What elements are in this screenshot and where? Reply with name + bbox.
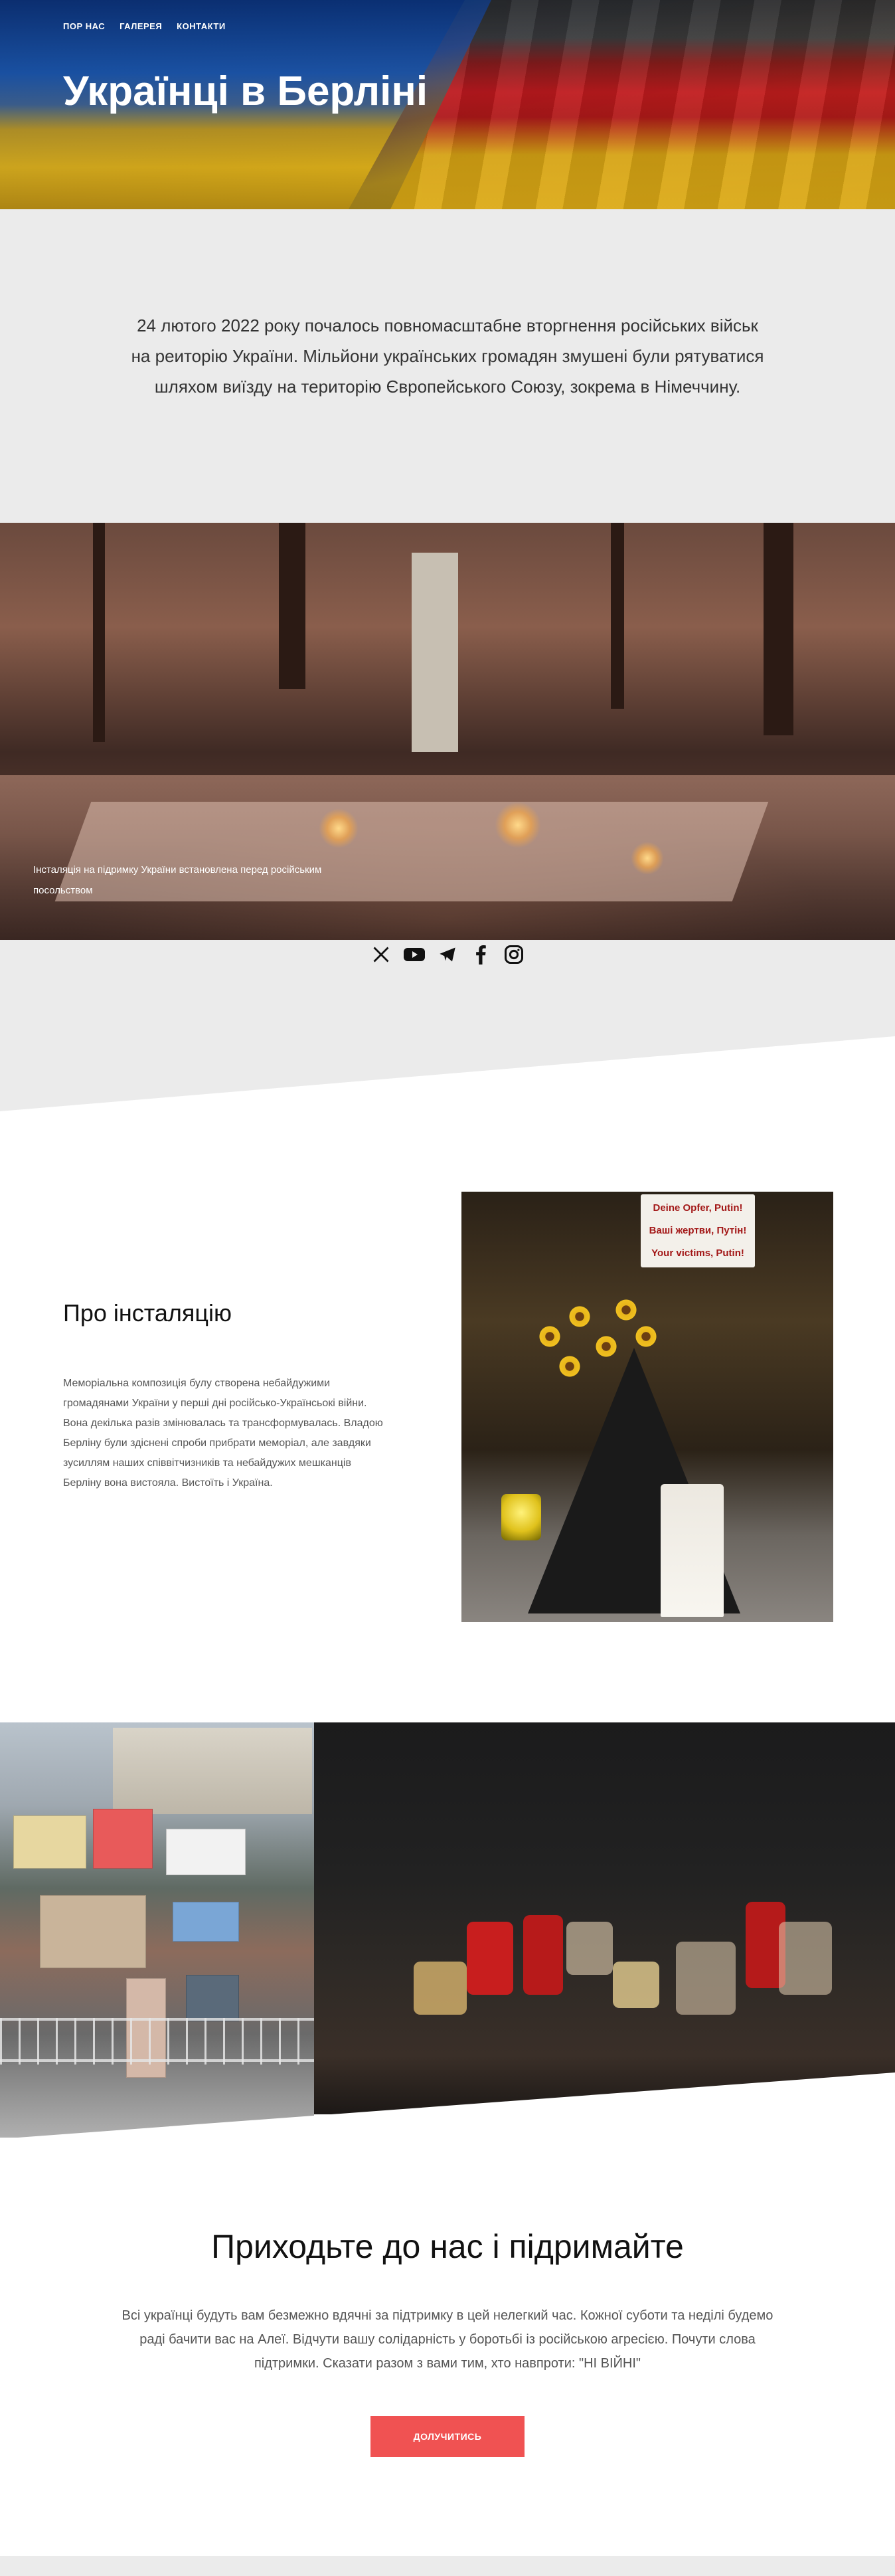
cta-title: Приходьте до нас і підримайте <box>211 2228 684 2265</box>
glass-candle <box>676 1942 736 2015</box>
sign-line: Deine Opfer, Putin! <box>653 1202 743 1214</box>
yellow-candle <box>501 1494 541 1540</box>
about-text: Меморіальна композиція булу створена неб… <box>63 1378 383 1489</box>
white-lantern <box>661 1484 724 1617</box>
x-icon[interactable] <box>370 943 392 966</box>
youtube-icon[interactable] <box>403 943 426 966</box>
placard <box>93 1809 153 1869</box>
embassy-building <box>113 1728 312 1814</box>
sunflower <box>568 1305 592 1329</box>
sign-line: Your victims, Putin! <box>651 1247 744 1259</box>
footer-band <box>0 2556 895 2576</box>
nav-item-gallery[interactable]: ГАЛЕРЕЯ <box>120 21 162 31</box>
sunflower <box>538 1325 562 1348</box>
sunflower <box>614 1298 638 1322</box>
intro-text: 24 лютого 2022 року почалось повномасшта… <box>131 316 764 397</box>
glass-candle <box>613 1962 659 2008</box>
nav-item-contacts[interactable]: КОНТАКТИ <box>177 21 226 31</box>
tree-trunk <box>279 523 305 689</box>
glass-candle <box>566 1922 613 1975</box>
facebook-icon[interactable] <box>469 943 492 966</box>
sunflower <box>594 1334 618 1358</box>
glass-candle <box>414 1962 467 2015</box>
tree-trunk <box>611 523 624 709</box>
page-title: Українці в Берліні <box>63 68 428 114</box>
candle-glow <box>631 842 664 875</box>
cta-text: Всі українці будуть вам безмежно вдячні … <box>122 2308 773 2371</box>
placard <box>166 1829 246 1875</box>
fence <box>0 2018 314 2065</box>
hero-flag-germany <box>390 0 895 209</box>
hero-banner: ПОР НАС ГАЛЕРЕЯ КОНТАКТИ Українці в Берл… <box>0 0 895 209</box>
sign-line: Ваші жертви, Путін! <box>649 1225 747 1236</box>
red-candle <box>523 1915 563 1995</box>
tree-trunk <box>93 523 105 742</box>
placard <box>173 1902 239 1942</box>
instagram-icon[interactable] <box>503 943 525 966</box>
candle-glow <box>319 808 359 848</box>
tree-trunk <box>764 523 793 735</box>
memorial-board <box>412 553 458 752</box>
candle-glow <box>495 802 541 848</box>
protest-photo <box>0 1722 314 2138</box>
intro-section: 24 лютого 2022 року почалось повномасшта… <box>0 209 895 523</box>
glass-candle <box>779 1922 832 1995</box>
telegram-icon[interactable] <box>436 943 459 966</box>
placard <box>186 1975 239 2021</box>
placard <box>13 1815 86 1869</box>
top-nav: ПОР НАС ГАЛЕРЕЯ КОНТАКТИ <box>63 21 226 31</box>
social-links <box>370 943 525 966</box>
installation-photo: Deine Opfer, Putin! Ваші жертви, Путін! … <box>461 1192 833 1622</box>
nav-item-about[interactable]: ПОР НАС <box>63 21 105 31</box>
about-title: Про інсталяцію <box>63 1299 232 1327</box>
red-candle <box>467 1922 513 1995</box>
join-button[interactable]: ДОЛУЧИТИСЬ <box>370 2416 525 2457</box>
memorial-sign: Deine Opfer, Putin! Ваші жертви, Путін! … <box>641 1194 755 1267</box>
sunflower <box>558 1354 582 1378</box>
candles-photo <box>314 1722 895 2114</box>
sunflower <box>634 1325 658 1348</box>
placard <box>40 1895 146 1968</box>
photo-caption: Інсталяція на підримку України встановле… <box>33 864 322 896</box>
